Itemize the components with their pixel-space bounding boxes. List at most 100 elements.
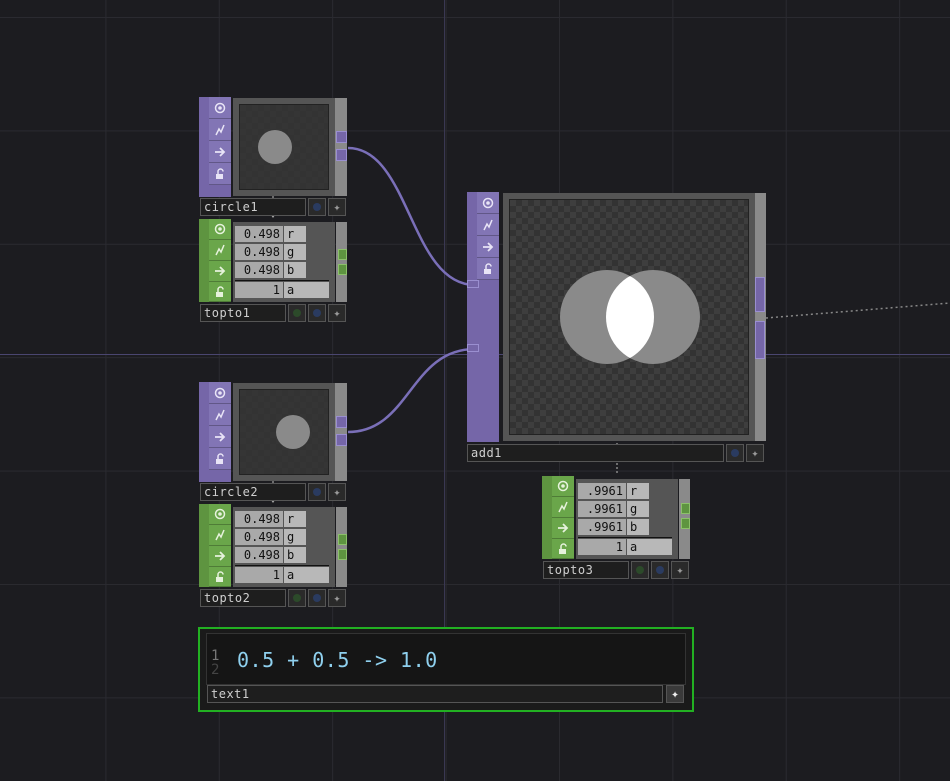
channel-name: a <box>284 567 329 583</box>
channel-value: 1 <box>235 282 283 298</box>
topto3-name-field[interactable]: topto3 <box>543 561 629 579</box>
topto2-move-icon[interactable]: ✦ <box>328 589 346 607</box>
viewer-icon[interactable] <box>477 192 499 214</box>
cook-icon[interactable] <box>552 497 574 518</box>
topto1-name-field[interactable]: topto1 <box>200 304 286 322</box>
lock-icon[interactable] <box>209 282 231 302</box>
add1-name-field[interactable]: add1 <box>467 444 724 462</box>
arrow-right-icon[interactable] <box>209 546 231 567</box>
topto1-move-icon[interactable]: ✦ <box>328 304 346 322</box>
lock-icon[interactable] <box>209 567 231 587</box>
viewer-icon[interactable] <box>209 97 231 119</box>
add1-input-strip <box>467 192 477 442</box>
circle2-viewer[interactable] <box>233 383 335 481</box>
add1-right-bar <box>755 193 766 441</box>
channel-name: g <box>284 529 306 545</box>
circle2-name-field[interactable]: circle2 <box>200 483 306 501</box>
line-numbers: 1 2 <box>211 646 219 680</box>
lock-icon[interactable] <box>552 539 574 559</box>
topto2-output-port[interactable] <box>338 534 347 545</box>
topto3-node[interactable]: .9961 r .9961 g .9961 b 1a topto3 ✦ <box>542 476 692 580</box>
circle1-icon-column <box>209 97 231 197</box>
topto2-icon-column <box>209 504 231 587</box>
channel-value: .9961 <box>578 483 626 499</box>
topto3-move-icon[interactable]: ✦ <box>671 561 689 579</box>
add1-output-port[interactable] <box>755 277 765 312</box>
cook-icon[interactable] <box>209 525 231 546</box>
circle1-viewer[interactable] <box>233 98 335 196</box>
circle1-node[interactable]: circle1 ✦ <box>199 97 349 217</box>
cook-icon[interactable] <box>209 119 231 141</box>
circle1-output-port-2[interactable] <box>336 149 347 161</box>
channel-value: 0.498 <box>235 511 283 527</box>
add1-result-shape <box>560 270 700 364</box>
channel-name: g <box>284 244 306 260</box>
add1-input-port-1[interactable] <box>467 280 479 288</box>
add1-viewer[interactable] <box>503 193 755 441</box>
viewer-icon[interactable] <box>209 219 231 240</box>
viewer-icon[interactable] <box>209 382 231 404</box>
channel-name: b <box>627 519 649 535</box>
table-row: .9961 b <box>576 518 678 535</box>
table-row: 0.498 g <box>233 243 335 260</box>
wire-circle2-to-add1[interactable] <box>347 347 476 434</box>
topto3-output-port-2[interactable] <box>681 518 690 529</box>
topto2-value-table[interactable]: 0.498 r 0.498 g 0.498 b 1a <box>233 507 335 587</box>
add1-node[interactable]: add1 ✦ <box>467 192 767 464</box>
circle1-circle-shape <box>258 130 292 164</box>
circle1-name-field[interactable]: circle1 <box>200 198 306 216</box>
add1-move-icon[interactable]: ✦ <box>746 444 764 462</box>
add1-output-port-2[interactable] <box>755 321 765 359</box>
cook-icon[interactable] <box>209 404 231 426</box>
circle2-output-port[interactable] <box>336 416 347 428</box>
topto1-node[interactable]: 0.498 r 0.498 g 0.498 b 1a topto1 ✦ <box>199 219 349 323</box>
topto3-value-table[interactable]: .9961 r .9961 g .9961 b 1a <box>576 479 678 559</box>
arrow-right-icon[interactable] <box>209 141 231 163</box>
viewer-icon[interactable] <box>209 504 231 525</box>
channel-name: r <box>284 226 306 242</box>
circle2-node[interactable]: circle2 ✦ <box>199 382 349 502</box>
topto2-bypass-flag[interactable] <box>288 589 306 607</box>
topto1-display-flag[interactable] <box>308 304 326 322</box>
topto1-value-table[interactable]: 0.498 r 0.498 g 0.498 b 1a <box>233 222 335 302</box>
text1-move-icon[interactable]: ✦ <box>666 685 684 703</box>
topto2-node[interactable]: 0.498 r 0.498 g 0.498 b 1a topto2 ✦ <box>199 504 349 608</box>
channel-value: .9961 <box>578 519 626 535</box>
viewer-icon[interactable] <box>552 476 574 497</box>
text1-editor[interactable]: 1 2 0.5 + 0.5 -> 1.0 <box>206 633 686 685</box>
circle1-move-icon[interactable]: ✦ <box>328 198 346 216</box>
arrow-right-icon[interactable] <box>477 236 499 258</box>
lock-icon[interactable] <box>209 163 231 185</box>
add1-display-flag[interactable] <box>726 444 744 462</box>
channel-name: a <box>284 282 329 298</box>
arrow-right-icon[interactable] <box>552 518 574 539</box>
circle2-move-icon[interactable]: ✦ <box>328 483 346 501</box>
text1-content[interactable]: 0.5 + 0.5 -> 1.0 <box>237 648 438 672</box>
circle2-display-flag[interactable] <box>308 483 326 501</box>
topto2-display-flag[interactable] <box>308 589 326 607</box>
circle1-display-flag[interactable] <box>308 198 326 216</box>
lock-icon[interactable] <box>209 448 231 470</box>
topto1-bypass-flag[interactable] <box>288 304 306 322</box>
arrow-right-icon[interactable] <box>209 426 231 448</box>
circle1-output-port[interactable] <box>336 131 347 143</box>
circle1-right-bar <box>335 98 347 196</box>
topto2-output-port-2[interactable] <box>338 549 347 560</box>
circle2-input-strip <box>199 382 209 482</box>
cook-icon[interactable] <box>209 240 231 261</box>
topto3-display-flag[interactable] <box>651 561 669 579</box>
text1-node[interactable]: 1 2 0.5 + 0.5 -> 1.0 text1 ✦ <box>198 627 694 712</box>
topto1-output-port[interactable] <box>338 249 347 260</box>
lock-icon[interactable] <box>477 258 499 280</box>
topto3-bypass-flag[interactable] <box>631 561 649 579</box>
topto3-output-port[interactable] <box>681 503 690 514</box>
cook-icon[interactable] <box>477 214 499 236</box>
topto2-name-field[interactable]: topto2 <box>200 589 286 607</box>
add1-input-port-2[interactable] <box>467 344 479 352</box>
wire-circle1-to-add1[interactable] <box>347 146 476 287</box>
topto2-input-strip <box>199 504 209 587</box>
topto1-output-port-2[interactable] <box>338 264 347 275</box>
circle2-output-port-2[interactable] <box>336 434 347 446</box>
arrow-right-icon[interactable] <box>209 261 231 282</box>
text1-name-field[interactable]: text1 <box>207 685 663 703</box>
